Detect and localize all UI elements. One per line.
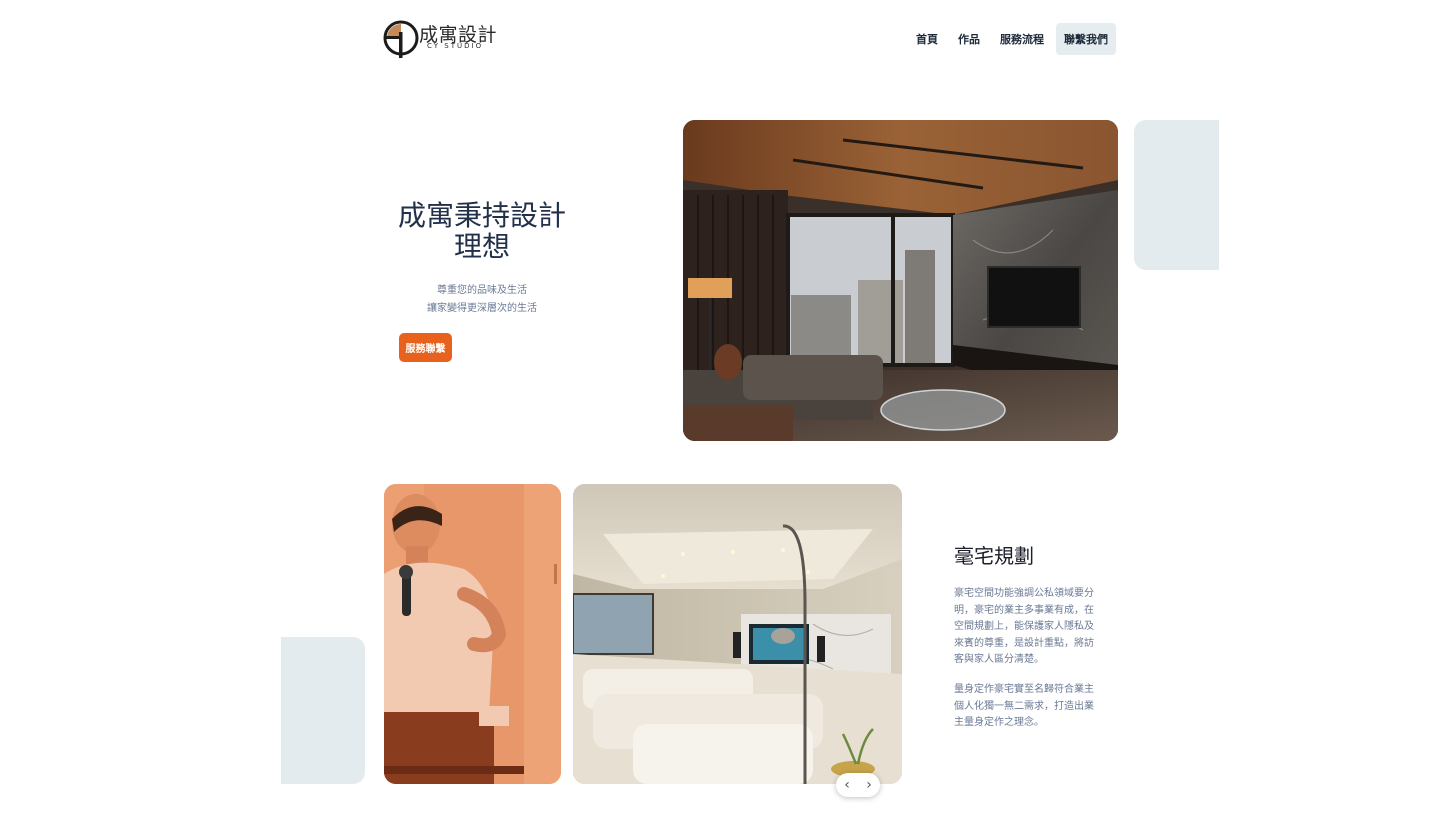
speaker-illustration bbox=[384, 484, 561, 784]
section-paragraph-1: 豪宅空間功能強調公私領域要分明，豪宅的業主多事業有成，在空間規劃上，能保護家人隱… bbox=[954, 588, 1094, 665]
logo-mark-icon bbox=[383, 20, 419, 58]
chevron-left-icon[interactable]: ‹ bbox=[844, 778, 850, 792]
living-room-illustration bbox=[683, 120, 1118, 441]
section-paragraph-2: 量身定作豪宅實至名歸符合業主個人化獨一無二需求，打造出業主量身定作之理念。 bbox=[954, 684, 1094, 728]
nav-contact[interactable]: 聯繫我們 bbox=[1056, 23, 1116, 55]
brand-logo[interactable]: 成寓設計 CY STUDIO bbox=[383, 16, 503, 60]
designer-speaker-image bbox=[384, 484, 561, 784]
hero-subtitle-line-2: 讓家變得更深層次的生活 bbox=[427, 303, 537, 314]
nav-works[interactable]: 作品 bbox=[950, 23, 988, 55]
decorative-panel-bottom bbox=[281, 637, 365, 784]
nav-home[interactable]: 首頁 bbox=[908, 23, 946, 55]
luxury-room-image bbox=[573, 484, 902, 784]
main-nav: 首頁 作品 服務流程 聯繫我們 bbox=[908, 23, 1116, 55]
brand-subtitle: CY STUDIO bbox=[427, 42, 484, 50]
nav-process[interactable]: 服務流程 bbox=[992, 23, 1052, 55]
carousel-controls: ‹ › bbox=[836, 773, 880, 797]
hero-living-room-image bbox=[683, 120, 1118, 441]
hero-subtitle-line-1: 尊重您的品味及生活 bbox=[437, 285, 527, 296]
chevron-right-icon[interactable]: › bbox=[866, 778, 872, 792]
contact-service-button[interactable]: 服務聯繫 bbox=[399, 333, 452, 362]
luxury-room-illustration bbox=[573, 484, 902, 784]
hero-title: 成寓秉持設計理想 bbox=[397, 199, 566, 263]
section-title: 毫宅規劃 bbox=[954, 544, 1034, 568]
decorative-panel-top bbox=[1134, 120, 1219, 270]
hero-subtitle: 尊重您的品味及生活 讓家變得更深層次的生活 bbox=[396, 282, 568, 318]
